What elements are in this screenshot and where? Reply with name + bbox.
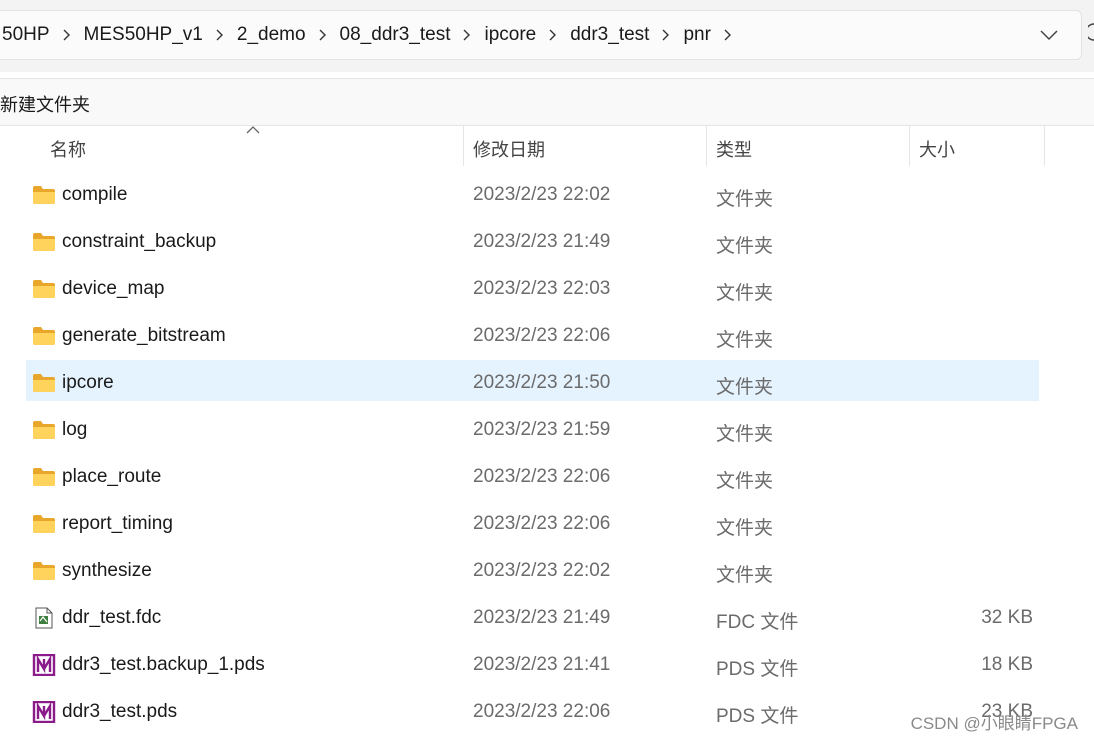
- chevron-right-icon[interactable]: [538, 24, 568, 46]
- refresh-icon[interactable]: [1088, 22, 1094, 42]
- breadcrumb-item-ipcore[interactable]: ipcore: [482, 24, 538, 46]
- file-modified-date: 2023/2/23 22:06: [473, 701, 611, 722]
- file-row[interactable]: log 2023/2/23 21:59 文件夹: [26, 410, 1039, 451]
- file-name: ipcore: [62, 372, 114, 393]
- column-header-modified[interactable]: 修改日期: [473, 136, 545, 162]
- file-type: PDS 文件: [716, 706, 799, 727]
- command-toolbar: 新建文件夹: [0, 78, 1094, 126]
- folder-icon: [32, 560, 56, 582]
- file-name: ddr3_test.pds: [62, 701, 178, 722]
- file-row[interactable]: constraint_backup 2023/2/23 21:49 文件夹: [26, 222, 1039, 263]
- chevron-right-icon[interactable]: [52, 24, 82, 46]
- file-modified-date: 2023/2/23 21:41: [473, 654, 611, 675]
- column-divider[interactable]: [909, 126, 910, 166]
- file-modified-date: 2023/2/23 21:49: [473, 607, 611, 628]
- file-modified-date: 2023/2/23 22:03: [473, 278, 611, 299]
- file-type: 文件夹: [716, 424, 774, 445]
- file-row[interactable]: report_timing 2023/2/23 22:06 文件夹: [26, 504, 1039, 545]
- file-row[interactable]: ddr3_test.backup_1.pds 2023/2/23 21:41 PDS…: [26, 645, 1039, 686]
- pds-file-icon: [32, 653, 56, 677]
- column-header-name[interactable]: 名称: [50, 136, 86, 162]
- file-name: ddr_test.fdc: [62, 607, 162, 628]
- file-list: 名称 修改日期 类型 大小 compile 2023/2/23 22:02 文件夹 c…: [0, 126, 1094, 742]
- file-name: ddr3_test.backup_1.pds: [62, 654, 265, 675]
- file-type: PDS 文件: [716, 659, 799, 680]
- fdc-file-icon: [32, 607, 56, 629]
- breadcrumb-item-pnr[interactable]: pnr: [681, 24, 712, 46]
- file-name: device_map: [62, 278, 165, 299]
- chevron-right-icon[interactable]: [651, 24, 681, 46]
- file-size: 18 KB: [981, 654, 1033, 675]
- file-row[interactable]: ipcore 2023/2/23 21:50 文件夹: [26, 360, 1039, 401]
- file-type: FDC 文件: [716, 612, 799, 633]
- file-type: 文件夹: [716, 236, 774, 257]
- file-modified-date: 2023/2/23 21:59: [473, 419, 611, 440]
- folder-icon: [32, 419, 56, 441]
- folder-icon: [32, 231, 56, 253]
- file-type: 文件夹: [716, 471, 774, 492]
- pds-file-icon: [32, 700, 56, 724]
- file-row[interactable]: ddr_test.fdc 2023/2/23 21:49 FDC 文件 32 KB: [26, 598, 1039, 639]
- file-row[interactable]: ddr3_test.pds 2023/2/23 22:06 PDS 文件 23 KB: [26, 692, 1039, 733]
- file-row[interactable]: compile 2023/2/23 22:02 文件夹: [26, 175, 1039, 216]
- chevron-right-icon[interactable]: [308, 24, 338, 46]
- file-name: place_route: [62, 466, 162, 487]
- file-modified-date: 2023/2/23 22:06: [473, 466, 611, 487]
- breadcrumb-item-50hp[interactable]: 50HP: [0, 24, 52, 46]
- new-folder-button[interactable]: 新建文件夹: [0, 91, 90, 117]
- sort-ascending-icon: [246, 126, 260, 134]
- file-name: report_timing: [62, 513, 173, 534]
- file-modified-date: 2023/2/23 22:02: [473, 560, 611, 581]
- column-header-size[interactable]: 大小: [919, 136, 955, 162]
- file-type: 文件夹: [716, 283, 774, 304]
- chevron-right-icon[interactable]: [713, 24, 743, 46]
- file-type: 文件夹: [716, 377, 774, 398]
- file-type: 文件夹: [716, 565, 774, 586]
- column-divider[interactable]: [706, 126, 707, 166]
- breadcrumb-item-2-demo[interactable]: 2_demo: [235, 24, 308, 46]
- file-modified-date: 2023/2/23 21:50: [473, 372, 611, 393]
- folder-icon: [32, 513, 56, 535]
- breadcrumb-item-08-ddr3-test[interactable]: 08_ddr3_test: [338, 24, 453, 46]
- file-modified-date: 2023/2/23 22:02: [473, 184, 611, 205]
- breadcrumb-item-mes50hp-v1[interactable]: MES50HP_v1: [82, 24, 205, 46]
- file-name: constraint_backup: [62, 231, 217, 252]
- file-name: synthesize: [62, 560, 152, 581]
- column-divider[interactable]: [463, 126, 464, 166]
- folder-icon: [32, 184, 56, 206]
- file-name: compile: [62, 184, 128, 205]
- file-type: 文件夹: [716, 518, 774, 539]
- address-bar[interactable]: 50HP MES50HP_v1 2_demo 08_ddr3_test ipco…: [0, 10, 1082, 60]
- file-name: generate_bitstream: [62, 325, 226, 346]
- folder-icon: [32, 466, 56, 488]
- chevron-right-icon[interactable]: [452, 24, 482, 46]
- folder-icon: [32, 278, 56, 300]
- file-modified-date: 2023/2/23 22:06: [473, 513, 611, 534]
- folder-icon: [32, 372, 56, 394]
- file-size: 32 KB: [981, 607, 1033, 628]
- file-type: 文件夹: [716, 189, 774, 210]
- file-row[interactable]: place_route 2023/2/23 22:06 文件夹: [26, 457, 1039, 498]
- file-type: 文件夹: [716, 330, 774, 351]
- chevron-right-icon[interactable]: [205, 24, 235, 46]
- breadcrumb-item-ddr3-test[interactable]: ddr3_test: [568, 24, 651, 46]
- file-row[interactable]: device_map 2023/2/23 22:03 文件夹: [26, 269, 1039, 310]
- column-header-row: 名称 修改日期 类型 大小: [0, 126, 1094, 170]
- file-modified-date: 2023/2/23 21:49: [473, 231, 611, 252]
- watermark: CSDN @小眼睛FPGA: [910, 714, 1078, 733]
- address-bar-region: 50HP MES50HP_v1 2_demo 08_ddr3_test ipco…: [0, 0, 1094, 72]
- file-modified-date: 2023/2/23 22:06: [473, 325, 611, 346]
- column-header-type[interactable]: 类型: [716, 136, 752, 162]
- column-divider[interactable]: [1044, 126, 1045, 166]
- file-row[interactable]: generate_bitstream 2023/2/23 22:06 文件夹: [26, 316, 1039, 357]
- file-name: log: [62, 419, 88, 440]
- file-row[interactable]: synthesize 2023/2/23 22:02 文件夹: [26, 551, 1039, 592]
- folder-icon: [32, 325, 56, 347]
- chevron-down-icon[interactable]: [1037, 23, 1061, 47]
- breadcrumb: 50HP MES50HP_v1 2_demo 08_ddr3_test ipco…: [0, 11, 743, 59]
